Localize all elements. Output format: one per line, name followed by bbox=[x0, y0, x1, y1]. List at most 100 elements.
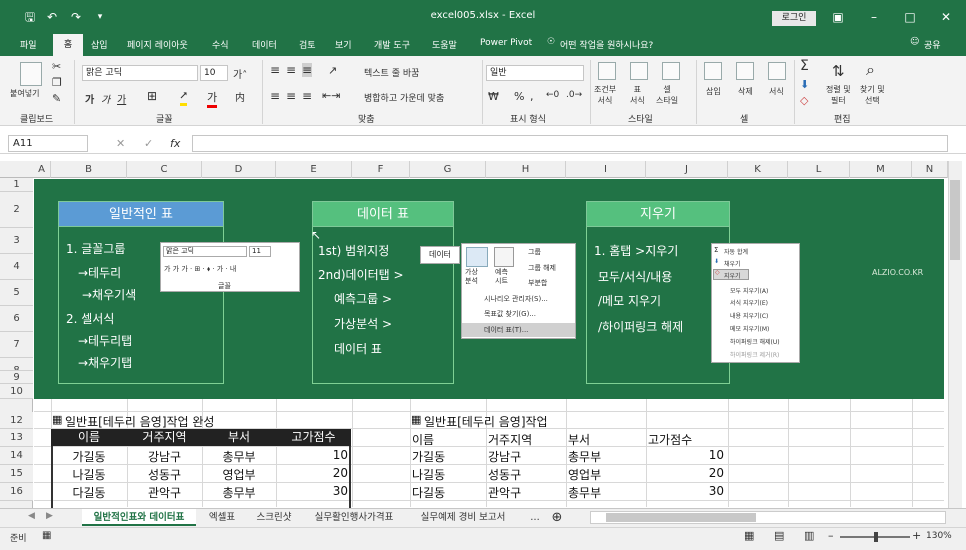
tab-developer[interactable]: 개발 도구 bbox=[374, 38, 410, 51]
align-center-icon[interactable]: ≡ bbox=[286, 89, 296, 103]
row-header[interactable]: 2 bbox=[0, 192, 33, 228]
format-cells-button[interactable]: 서식 bbox=[769, 86, 784, 97]
name-box[interactable]: A11 bbox=[8, 135, 88, 152]
insert-cells-button[interactable]: 삽입 bbox=[706, 86, 721, 97]
table-cell[interactable]: 30 bbox=[646, 484, 724, 498]
italic-button[interactable]: 가 bbox=[101, 91, 110, 106]
column-header[interactable]: A bbox=[33, 161, 51, 178]
normal-view-icon[interactable]: ▦ bbox=[744, 529, 754, 542]
align-bottom-icon[interactable]: ≡ bbox=[302, 63, 313, 77]
grow-font-icon[interactable]: 가˄ bbox=[233, 66, 247, 81]
row-header[interactable]: 14 bbox=[0, 447, 33, 465]
table-cell[interactable]: 총무부 bbox=[202, 484, 276, 501]
tab-power-pivot[interactable]: Power Pivot bbox=[480, 38, 532, 48]
sort-filter-icon[interactable]: ⇅ bbox=[832, 62, 845, 80]
zoom-level[interactable]: 130% bbox=[926, 531, 952, 541]
zoom-in-icon[interactable]: + bbox=[912, 529, 921, 542]
table-cell[interactable]: 10 bbox=[646, 448, 724, 462]
sort-filter-button[interactable]: 정렬 및 필터 bbox=[826, 84, 851, 106]
row-header[interactable]: 4 bbox=[0, 254, 33, 280]
table-cell[interactable]: 영업부 bbox=[202, 466, 276, 483]
copy-icon[interactable]: ❐ bbox=[52, 76, 62, 89]
page-break-view-icon[interactable]: ▥ bbox=[804, 529, 814, 542]
insert-function-icon[interactable]: fx bbox=[170, 137, 180, 150]
delete-cells-icon[interactable] bbox=[736, 62, 754, 80]
orientation-icon[interactable]: ↗ bbox=[328, 64, 337, 77]
tab-page-layout[interactable]: 페이지 레이아웃 bbox=[127, 38, 188, 51]
paste-icon[interactable] bbox=[20, 62, 42, 86]
table-cell[interactable]: 강남구 bbox=[488, 448, 521, 465]
column-header[interactable]: E bbox=[276, 161, 352, 178]
format-cells-icon[interactable] bbox=[768, 62, 786, 80]
prev-sheet-icon[interactable]: ◀ bbox=[28, 511, 35, 521]
align-right-icon[interactable]: ≡ bbox=[302, 89, 312, 103]
minimize-icon[interactable]: – bbox=[866, 9, 882, 25]
column-header[interactable]: H bbox=[486, 161, 566, 178]
insert-cells-icon[interactable] bbox=[704, 62, 722, 80]
table-cell[interactable]: 관악구 bbox=[488, 484, 521, 501]
ribbon-display-icon[interactable]: ▣ bbox=[830, 9, 846, 25]
conditional-format-button[interactable]: 조건부 서식 bbox=[594, 84, 616, 106]
table-cell[interactable]: 30 bbox=[276, 484, 348, 498]
tab-home[interactable]: 홈 bbox=[53, 34, 83, 56]
sheet-tab[interactable]: 실무활인행사가격표 bbox=[304, 509, 404, 526]
scrollbar-thumb[interactable] bbox=[950, 180, 960, 260]
column-header[interactable]: J bbox=[646, 161, 728, 178]
cell-style-button[interactable]: 셀 스타일 bbox=[656, 84, 678, 106]
underline-button[interactable]: 가 bbox=[117, 91, 126, 106]
row-header[interactable]: 7 bbox=[0, 332, 33, 358]
table-cell[interactable]: 20 bbox=[276, 466, 348, 480]
column-header[interactable]: L bbox=[788, 161, 850, 178]
macro-record-icon[interactable]: ▦ bbox=[42, 530, 51, 541]
percent-icon[interactable]: % bbox=[514, 90, 524, 103]
find-select-icon[interactable]: ⌕ bbox=[866, 60, 875, 80]
increase-decimal-icon[interactable]: ←0 bbox=[546, 90, 559, 100]
column-header[interactable]: N bbox=[912, 161, 948, 178]
align-top-icon[interactable]: ≡ bbox=[270, 63, 280, 77]
sheet-tab[interactable]: 엑셀표 bbox=[200, 509, 244, 526]
align-left-icon[interactable]: ≡ bbox=[270, 89, 280, 103]
redo-icon[interactable]: ↷ bbox=[68, 9, 84, 25]
currency-icon[interactable]: ₩ bbox=[488, 90, 499, 103]
table-cell[interactable]: 20 bbox=[646, 466, 724, 480]
format-painter-icon[interactable]: ✎ bbox=[52, 92, 61, 105]
indent-icon[interactable]: ⇤⇥ bbox=[322, 89, 340, 102]
qat-customize-icon[interactable]: ▾ bbox=[92, 9, 108, 25]
table-cell[interactable]: 가길동 bbox=[51, 448, 127, 465]
find-select-button[interactable]: 찾기 및 선택 bbox=[860, 84, 885, 106]
border-icon[interactable]: ⊞ bbox=[147, 89, 157, 103]
tab-formulas[interactable]: 수식 bbox=[212, 38, 229, 51]
format-table-button[interactable]: 표 서식 bbox=[630, 84, 645, 106]
align-middle-icon[interactable]: ≡ bbox=[286, 63, 296, 77]
table-cell[interactable]: 관악구 bbox=[127, 484, 202, 501]
column-header[interactable]: B bbox=[51, 161, 127, 178]
paste-button[interactable]: 붙여넣기 bbox=[10, 88, 39, 99]
row-header[interactable]: 1 bbox=[0, 178, 33, 192]
page-layout-view-icon[interactable]: ▤ bbox=[774, 529, 784, 542]
table-cell[interactable]: 나길동 bbox=[412, 466, 445, 483]
column-header[interactable]: I bbox=[566, 161, 646, 178]
more-sheets-icon[interactable]: … bbox=[526, 509, 544, 526]
sheet-tab-active[interactable]: 일반적인표와 데이터표 bbox=[82, 509, 196, 526]
row-header[interactable]: 16 bbox=[0, 483, 33, 501]
tab-view[interactable]: 보기 bbox=[335, 38, 352, 51]
horizontal-scrollbar-thumb[interactable] bbox=[606, 513, 756, 522]
undo-icon[interactable]: ↶ bbox=[44, 9, 60, 25]
merge-center-button[interactable]: 병합하고 가운데 맞춤 bbox=[364, 91, 444, 104]
wrap-text-button[interactable]: 텍스트 줄 바꿈 bbox=[364, 66, 419, 79]
tab-help[interactable]: 도움말 bbox=[432, 38, 457, 51]
fill-icon[interactable]: ⬇ bbox=[800, 78, 809, 91]
conditional-format-icon[interactable] bbox=[598, 62, 616, 80]
delete-cells-button[interactable]: 삭제 bbox=[738, 86, 753, 97]
bold-button[interactable]: 가 bbox=[85, 91, 94, 106]
row-header[interactable]: 9 bbox=[0, 370, 33, 384]
formula-input[interactable] bbox=[192, 135, 948, 152]
maximize-icon[interactable]: □ bbox=[902, 9, 918, 25]
tab-review[interactable]: 검토 bbox=[299, 38, 316, 51]
phonetic-icon[interactable]: 内 bbox=[235, 89, 245, 104]
row-header[interactable]: 5 bbox=[0, 280, 33, 306]
tell-me-box[interactable]: 어떤 작업을 원하시나요? bbox=[560, 38, 653, 51]
font-size-select[interactable]: 10 bbox=[200, 65, 228, 81]
autosum-icon[interactable]: Σ bbox=[800, 58, 809, 74]
column-header[interactable]: M bbox=[850, 161, 912, 178]
